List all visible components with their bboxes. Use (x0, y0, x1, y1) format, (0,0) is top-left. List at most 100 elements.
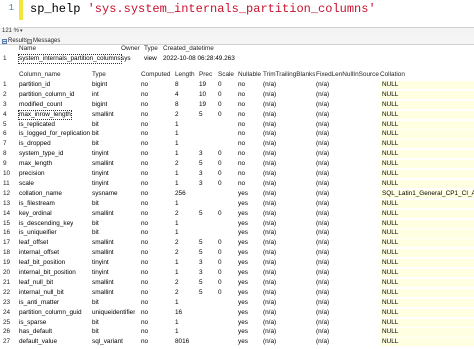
table-cell[interactable]: no (238, 91, 245, 99)
table-cell[interactable]: tinyint (92, 180, 109, 188)
table-cell[interactable]: 0 (218, 81, 222, 89)
tab-results[interactable]: Results (2, 37, 28, 45)
table-row[interactable]: 17 leaf_offset smallint no 2 5 0 yes (n/a) (n/a) N… (0, 239, 474, 248)
table-cell[interactable]: (n/a) (316, 229, 329, 237)
table-cell[interactable]: no (141, 279, 148, 287)
table-cell[interactable]: (n/a) (316, 239, 329, 247)
table-cell[interactable]: 1 (175, 259, 179, 267)
table-cell[interactable]: NULL (380, 120, 474, 129)
table-cell[interactable]: no (238, 81, 245, 89)
table-row[interactable]: 15 is_descending_key bit no 1 yes (n/a) (n/a) NU… (0, 219, 474, 228)
table-cell[interactable]: NULL (380, 318, 474, 327)
row-number[interactable]: 10 (0, 170, 17, 178)
table-cell[interactable]: 1 (175, 220, 179, 228)
table-row[interactable]: 1 system_internals_partition_columns sys vi… (0, 53, 474, 65)
table-cell[interactable]: internal_bit_position (19, 269, 76, 277)
table-cell[interactable]: 1 (175, 229, 179, 237)
row-number[interactable]: 27 (0, 338, 17, 346)
table-row[interactable]: 10 precision tinyint no 1 3 0 no (n/a) (n/a) NULL (0, 170, 474, 179)
table-cell[interactable]: no (141, 111, 148, 119)
table-cell[interactable]: yes (238, 279, 248, 287)
table-cell[interactable]: (n/a) (316, 289, 329, 297)
column-header-name[interactable]: Name (19, 45, 36, 53)
table-cell[interactable]: NULL (380, 160, 474, 169)
table-cell[interactable]: key_ordinal (19, 210, 52, 218)
table-cell[interactable]: NULL (380, 209, 474, 218)
table-cell[interactable]: NULL (380, 199, 474, 208)
table-cell[interactable]: NULL (380, 179, 474, 189)
table-row[interactable]: 18 internal_offset smallint no 2 5 0 yes (n/a) (n… (0, 249, 474, 258)
table-cell[interactable]: (n/a) (316, 249, 329, 257)
table-cell[interactable]: 2 (175, 160, 179, 168)
table-cell[interactable]: (n/a) (263, 249, 276, 257)
table-cell[interactable]: no (141, 319, 148, 327)
table-cell[interactable]: 19 (199, 81, 206, 89)
table-cell[interactable]: no (141, 140, 148, 148)
table-cell[interactable]: yes (238, 309, 248, 317)
table-cell[interactable]: (n/a) (263, 81, 276, 89)
table-cell[interactable]: NULL (380, 219, 474, 228)
row-number[interactable]: 15 (0, 220, 17, 228)
row-number[interactable]: 6 (0, 130, 17, 138)
table-cell[interactable]: internal_offset (19, 249, 59, 257)
table-cell[interactable]: no (238, 101, 245, 109)
table-cell[interactable]: (n/a) (263, 239, 276, 247)
table-cell[interactable]: yes (238, 190, 248, 198)
table-cell[interactable]: 0 (218, 269, 222, 277)
table-cell[interactable]: no (141, 239, 148, 247)
table-cell[interactable]: (n/a) (316, 140, 329, 148)
table-cell[interactable]: NULL (380, 130, 474, 139)
row-number[interactable]: 5 (0, 121, 17, 129)
table-cell[interactable]: tinyint (92, 150, 109, 158)
table-cell[interactable]: (n/a) (316, 259, 329, 267)
table-cell[interactable]: 0 (218, 91, 222, 99)
table-cell[interactable]: view (144, 55, 157, 63)
column-header-prec[interactable]: Prec (199, 71, 212, 79)
table-cell[interactable]: NULL (380, 140, 474, 149)
column-header-scale[interactable]: Scale (218, 71, 234, 79)
table-cell[interactable]: no (238, 150, 245, 158)
table-cell[interactable]: 3 (199, 259, 203, 267)
table-cell[interactable]: 0 (218, 279, 222, 287)
table-cell[interactable]: 1 (175, 269, 179, 277)
table-row[interactable]: 8 system_type_id tinyint no 1 3 0 no (n/a) (n/a) N… (0, 150, 474, 159)
table-cell[interactable]: yes (238, 239, 248, 247)
row-number[interactable]: 9 (0, 160, 17, 168)
table-row[interactable]: 23 is_anti_matter bit no 1 yes (n/a) (n/a) NULL (0, 298, 474, 307)
table-cell[interactable]: system_type_id (19, 150, 63, 158)
table-cell[interactable]: NULL (380, 308, 474, 317)
table-cell[interactable]: no (141, 190, 148, 198)
table-cell[interactable]: smallint (92, 249, 114, 257)
table-cell[interactable]: (n/a) (316, 150, 329, 158)
column-header-length[interactable]: Length (175, 71, 195, 79)
table-cell[interactable]: 1 (175, 130, 179, 138)
table-cell[interactable]: 1 (175, 121, 179, 129)
query-text[interactable]: sp_help 'sys.system_internals_partition_… (30, 2, 376, 16)
table-row[interactable]: 20 internal_bit_position tinyint no 1 3 0 yes (n… (0, 269, 474, 278)
table-cell[interactable]: 5 (199, 249, 203, 257)
row-number[interactable]: 18 (0, 249, 17, 257)
table-cell[interactable]: 3 (199, 180, 203, 188)
table-cell[interactable]: yes (238, 338, 248, 346)
table-cell[interactable]: yes (238, 200, 248, 208)
table-row[interactable]: 22 internal_null_bit smallint no 2 5 0 yes (n/a)… (0, 288, 474, 297)
table-cell[interactable]: (n/a) (316, 338, 329, 346)
zoom-dropdown[interactable]: 121 %▾ (2, 28, 23, 34)
table-cell[interactable]: sql_variant (92, 338, 123, 346)
table-cell[interactable]: NULL (380, 259, 474, 268)
row-number[interactable]: 1 (0, 55, 17, 63)
row-number[interactable]: 3 (0, 101, 17, 109)
table-cell[interactable]: (n/a) (316, 180, 329, 188)
table-cell[interactable]: (n/a) (316, 160, 329, 168)
table-cell[interactable]: 2 (175, 111, 179, 119)
table-cell[interactable]: (n/a) (263, 200, 276, 208)
table-cell[interactable]: system_internals_partition_columns (18, 53, 122, 65)
table-cell[interactable]: yes (238, 259, 248, 267)
table-cell[interactable]: (n/a) (263, 259, 276, 267)
table-cell[interactable]: 1 (175, 140, 179, 148)
table-cell[interactable]: (n/a) (263, 309, 276, 317)
table-row[interactable]: 11 scale tinyint no 1 3 0 no (n/a) (n/a) NULL (0, 179, 474, 189)
table-cell[interactable]: NULL (380, 269, 474, 278)
column-header-collation[interactable]: Collation (380, 71, 405, 79)
table-cell[interactable]: 5 (199, 279, 203, 287)
